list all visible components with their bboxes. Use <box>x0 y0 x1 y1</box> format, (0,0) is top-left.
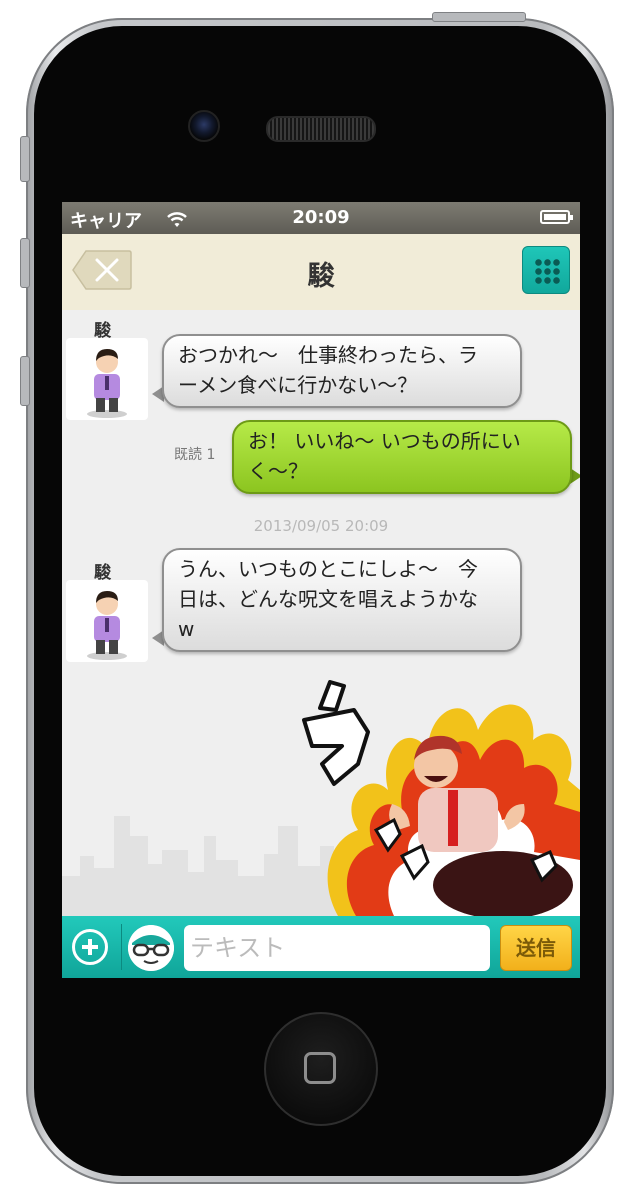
message-bubble-incoming[interactable]: うん、いつものとこにしよ〜 今 日は、どんな呪文を唱えようかな w <box>162 548 522 652</box>
send-button[interactable]: 送信 <box>500 925 572 971</box>
battery-icon <box>540 210 573 224</box>
home-square-icon <box>304 1052 336 1084</box>
avatar-person-icon <box>87 591 127 660</box>
status-time: 20:09 <box>292 207 350 228</box>
menu-grid-button[interactable] <box>522 246 570 294</box>
message-line: お！ いいね〜 いつもの所にい <box>248 429 521 453</box>
date-separator: 2013/09/05 20:09 <box>253 517 389 535</box>
home-button[interactable] <box>264 1012 378 1126</box>
status-bar: キャリア 20:09 <box>62 202 580 234</box>
earpiece-speaker <box>266 116 376 142</box>
message-line: 日は、どんな呪文を唱えようかな <box>178 587 478 611</box>
mute-switch <box>20 136 30 182</box>
grid-icon <box>534 258 560 284</box>
emoji-glasses-face-icon[interactable] <box>128 925 174 971</box>
message-line: うん、いつものとこにしよ〜 今 <box>178 557 478 581</box>
message-bubble-incoming[interactable]: おつかれ〜 仕事終わったら、ラ ーメン食べに行かない〜？ <box>162 334 522 408</box>
nav-bar: 駿 <box>62 234 580 311</box>
sticker-image[interactable] <box>298 680 580 916</box>
add-attachment-button[interactable] <box>72 929 108 965</box>
message-list[interactable]: 駿 おつかれ〜 仕事終わったら、ラ ーメン食べに行かない〜？ 既読 1 お！ い… <box>62 310 580 916</box>
message-line: w <box>178 617 195 641</box>
message-line: く〜？ <box>248 459 308 483</box>
message-line: ーメン食べに行かない〜？ <box>178 373 418 397</box>
chat-title: 駿 <box>307 261 335 292</box>
message-input[interactable] <box>184 925 490 971</box>
volume-up-button <box>20 238 30 288</box>
front-camera <box>188 110 220 142</box>
volume-down-button <box>20 356 30 406</box>
input-bar: 送信 <box>62 916 580 978</box>
read-receipt: 既読 1 <box>174 447 216 463</box>
power-button <box>432 12 526 22</box>
avatar-person-icon <box>87 349 127 418</box>
avatar[interactable] <box>66 338 148 420</box>
screen: キャリア 20:09 駿 駿 おつかれ〜 仕事終わったら、ラ ーメン食べに行かな… <box>62 202 580 978</box>
divider <box>121 924 122 970</box>
avatar[interactable] <box>66 580 148 662</box>
message-bubble-outgoing[interactable]: お！ いいね〜 いつもの所にい く〜？ <box>232 420 572 494</box>
message-line: おつかれ〜 仕事終わったら、ラ <box>178 343 478 367</box>
